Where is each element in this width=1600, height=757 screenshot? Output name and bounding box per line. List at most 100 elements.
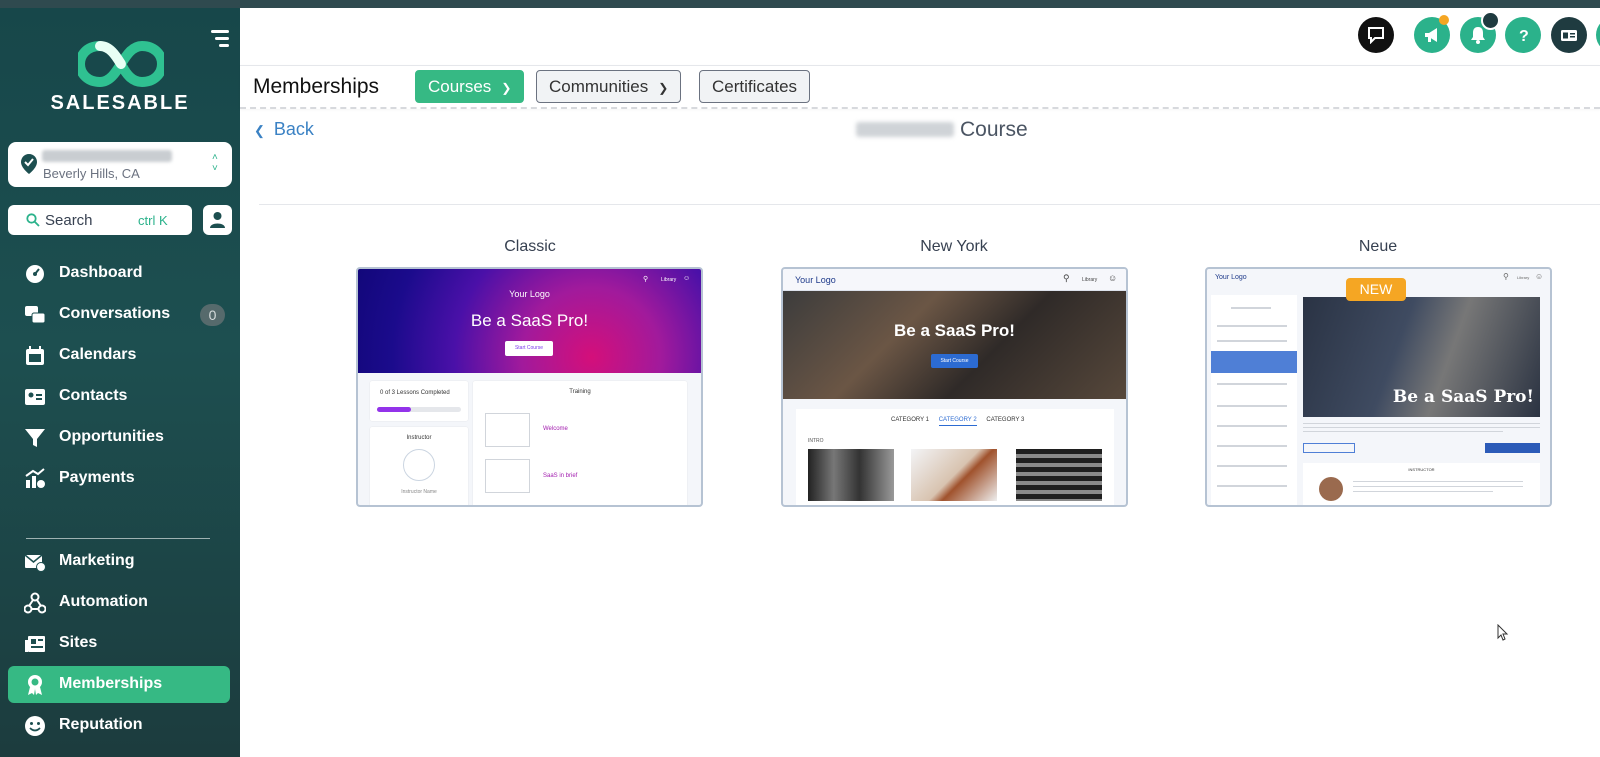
search-icon — [26, 213, 40, 227]
neue-logo-text: Your Logo — [1215, 274, 1247, 281]
chevron-down-icon: ❯ — [501, 81, 512, 95]
new-york-lesson-image — [911, 449, 997, 501]
template-card-neue[interactable]: Your Logo ⚲ Library ☺ Be a SaaS Pro! NEW… — [1205, 267, 1552, 507]
template-name-classic: Classic — [504, 238, 556, 255]
new-york-lesson-image — [808, 449, 894, 501]
course-name-redacted — [856, 122, 954, 137]
dashboard-gauge-icon — [26, 265, 44, 283]
sidebar-item-label: Opportunities — [59, 428, 164, 445]
help-button[interactable]: ? — [1505, 17, 1541, 53]
classic-heading: Be a SaaS Pro! — [470, 311, 589, 330]
instructor-avatar — [1319, 477, 1343, 501]
brand-name: SALESABLE — [50, 92, 190, 114]
tab-label: Communities — [549, 77, 649, 96]
template-name-neue: Neue — [1358, 238, 1398, 255]
collapse-menu-icon[interactable] — [211, 30, 231, 48]
user-icon: ☺ — [1535, 272, 1544, 281]
sidebar-item-marketing[interactable]: Marketing — [8, 543, 230, 580]
placeholder-line — [1217, 405, 1287, 407]
template-card-classic[interactable]: ⚲ Library ☺ Your Logo Be a SaaS Pro! Sta… — [356, 267, 703, 507]
image-placeholder-icon — [485, 459, 530, 493]
sidebar-item-dashboard[interactable]: Dashboard — [8, 255, 230, 292]
new-york-category: CATEGORY 3 — [986, 417, 1025, 423]
location-switcher[interactable]: Beverly Hills, CA ˄ ˅ — [8, 142, 232, 187]
new-york-lesson-image — [1016, 449, 1102, 501]
neue-active-lesson — [1211, 351, 1297, 373]
calendar-icon — [26, 346, 44, 365]
memberships-subheader: Memberships Courses ❯ Communities ❯ Certif… — [240, 65, 1600, 109]
instructor-avatar-icon — [403, 449, 435, 481]
bell-icon — [1471, 27, 1485, 44]
placeholder-line — [1217, 445, 1287, 447]
neue-complete-button — [1485, 443, 1540, 453]
account-switcher-button[interactable] — [1551, 17, 1587, 53]
location-check-icon — [21, 154, 37, 174]
user-profile-button[interactable] — [203, 205, 232, 235]
sidebar-item-label: Contacts — [59, 387, 128, 404]
course-title-suffix: Course — [960, 118, 1028, 141]
chevron-left-icon: ❮ — [254, 123, 265, 138]
classic-progress-track — [377, 407, 461, 412]
sidebar-item-calendars[interactable]: Calendars — [8, 337, 230, 374]
mouse-cursor-icon — [1497, 624, 1509, 641]
placeholder-line — [1217, 383, 1287, 385]
new-york-category-tabs: CATEGORY 1 CATEGORY 2 CATEGORY 3 — [891, 417, 1025, 426]
sidebar-item-label: Sites — [59, 634, 98, 651]
search-icon: ⚲ — [1063, 273, 1070, 283]
sidebar-item-reputation[interactable]: Reputation — [8, 707, 230, 744]
sidebar-item-opportunities[interactable]: Opportunities — [8, 419, 230, 456]
sidebar-item-label: Dashboard — [59, 264, 143, 281]
help-icon: ? — [1519, 28, 1529, 44]
placeholder-line — [1353, 491, 1493, 492]
tab-communities[interactable]: Communities ❯ — [536, 70, 682, 103]
classic-library-link: Library — [661, 277, 677, 283]
tab-courses[interactable]: Courses ❯ — [415, 70, 525, 103]
sidebar-item-conversations[interactable]: Conversations 0 — [8, 296, 230, 333]
sidebar-item-automation[interactable]: Automation — [8, 584, 230, 621]
sidebar-item-payments[interactable]: Payments — [8, 460, 230, 497]
sidebar-item-sites[interactable]: Sites — [8, 625, 230, 662]
sidebar-item-contacts[interactable]: Contacts — [8, 378, 230, 415]
placeholder-line — [1231, 307, 1271, 309]
new-york-start-button: Start Course — [931, 354, 978, 368]
notification-dot — [1481, 11, 1500, 30]
search-icon: ⚲ — [643, 276, 649, 283]
placeholder-line — [1303, 423, 1540, 424]
chat-widget-button[interactable] — [1358, 17, 1394, 53]
avatar[interactable] — [1596, 17, 1600, 53]
sidebar-item-label: Marketing — [59, 552, 135, 569]
classic-lesson-2: SaaS in brief — [543, 473, 578, 479]
chat-icon — [1368, 27, 1384, 44]
tab-certificates[interactable]: Certificates — [699, 70, 811, 103]
contacts-card-icon — [25, 389, 45, 405]
automation-network-icon — [24, 592, 46, 614]
classic-lesson-1: Welcome — [543, 426, 568, 432]
award-ribbon-icon — [28, 675, 42, 695]
mail-check-icon — [24, 554, 46, 572]
new-york-hero: Be a SaaS Pro! Start Course — [783, 291, 1126, 399]
placeholder-line — [1303, 427, 1540, 428]
template-name-new-york: New York — [920, 238, 988, 255]
announcements-button[interactable] — [1414, 15, 1450, 53]
id-card-icon — [1561, 30, 1577, 41]
sidebar-divider — [26, 538, 210, 539]
new-york-body: CATEGORY 1 CATEGORY 2 CATEGORY 3 INTRO — [796, 409, 1114, 505]
placeholder-line — [1353, 486, 1523, 487]
classic-section-title: Training — [569, 389, 591, 395]
placeholder-line — [1217, 485, 1287, 487]
classic-progress-fill — [377, 407, 411, 412]
search-button[interactable]: Search ctrl K — [8, 205, 192, 235]
sidebar-item-memberships[interactable]: Memberships — [8, 666, 230, 703]
placeholder-line — [1217, 325, 1287, 327]
notifications-button[interactable] — [1460, 11, 1500, 53]
new-york-navbar: Your Logo ⚲ Library ☺ — [783, 269, 1126, 291]
placeholder-line — [1353, 481, 1523, 482]
megaphone-icon — [1425, 28, 1437, 42]
template-card-new-york[interactable]: Your Logo ⚲ Library ☺ Be a SaaS Pro! Sta… — [781, 267, 1128, 507]
chevron-down-icon: ❯ — [658, 81, 669, 95]
course-title: Course — [856, 118, 1028, 142]
image-placeholder-icon — [485, 413, 530, 447]
smiley-icon — [25, 716, 45, 736]
neue-lesson-sidebar — [1211, 295, 1297, 505]
back-link[interactable]: ❮ Back — [254, 119, 314, 140]
